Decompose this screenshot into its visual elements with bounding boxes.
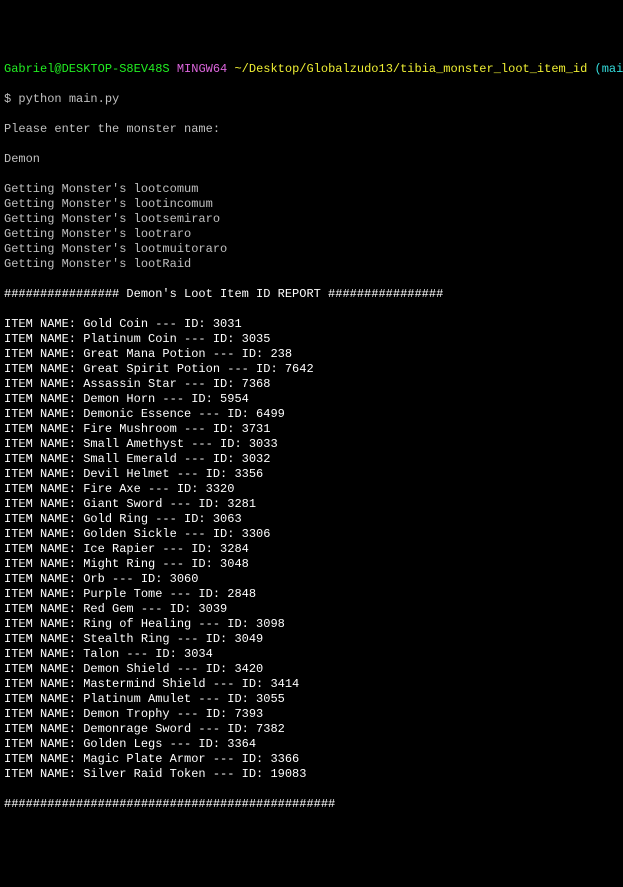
cwd-path: ~/Desktop/Globalzudo13/tibia_monster_loo… xyxy=(234,62,587,76)
loot-item-line: ITEM NAME: Small Amethyst --- ID: 3033 xyxy=(4,437,619,452)
loot-item-line: ITEM NAME: Golden Legs --- ID: 3364 xyxy=(4,737,619,752)
loot-item-line: ITEM NAME: Orb --- ID: 3060 xyxy=(4,572,619,587)
loading-line: Getting Monster's lootRaid xyxy=(4,257,619,272)
loading-lines: Getting Monster's lootcomumGetting Monst… xyxy=(4,182,619,272)
loot-item-line: ITEM NAME: Ring of Healing --- ID: 3098 xyxy=(4,617,619,632)
loot-item-line: ITEM NAME: Stealth Ring --- ID: 3049 xyxy=(4,632,619,647)
loot-item-line: ITEM NAME: Talon --- ID: 3034 xyxy=(4,647,619,662)
loot-item-line: ITEM NAME: Devil Helmet --- ID: 3356 xyxy=(4,467,619,482)
loot-item-line: ITEM NAME: Demonrage Sword --- ID: 7382 xyxy=(4,722,619,737)
loading-line: Getting Monster's lootmuitoraro xyxy=(4,242,619,257)
loot-item-line: ITEM NAME: Demon Trophy --- ID: 7393 xyxy=(4,707,619,722)
loot-item-line: ITEM NAME: Assassin Star --- ID: 7368 xyxy=(4,377,619,392)
loot-item-line: ITEM NAME: Golden Sickle --- ID: 3306 xyxy=(4,527,619,542)
loot-item-line: ITEM NAME: Small Emerald --- ID: 3032 xyxy=(4,452,619,467)
loot-item-line: ITEM NAME: Demonic Essence --- ID: 6499 xyxy=(4,407,619,422)
report-footer: ########################################… xyxy=(4,797,619,812)
loot-item-line: ITEM NAME: Magic Plate Armor --- ID: 336… xyxy=(4,752,619,767)
command-prefix: $ xyxy=(4,92,18,106)
loot-item-line: ITEM NAME: Platinum Amulet --- ID: 3055 xyxy=(4,692,619,707)
loot-item-line: ITEM NAME: Gold Ring --- ID: 3063 xyxy=(4,512,619,527)
loot-item-line: ITEM NAME: Fire Mushroom --- ID: 3731 xyxy=(4,422,619,437)
loading-line: Getting Monster's lootraro xyxy=(4,227,619,242)
loot-item-line: ITEM NAME: Great Spirit Potion --- ID: 7… xyxy=(4,362,619,377)
loot-item-line: ITEM NAME: Gold Coin --- ID: 3031 xyxy=(4,317,619,332)
loot-item-line: ITEM NAME: Might Ring --- ID: 3048 xyxy=(4,557,619,572)
loading-line: Getting Monster's lootcomum xyxy=(4,182,619,197)
loot-item-line: ITEM NAME: Demon Horn --- ID: 5954 xyxy=(4,392,619,407)
loot-item-line: ITEM NAME: Ice Rapier --- ID: 3284 xyxy=(4,542,619,557)
loot-item-line: ITEM NAME: Giant Sword --- ID: 3281 xyxy=(4,497,619,512)
loot-item-line: ITEM NAME: Great Mana Potion --- ID: 238 xyxy=(4,347,619,362)
prompt-line: Gabriel@DESKTOP-S8EV48S MINGW64 ~/Deskto… xyxy=(4,62,619,77)
script-prompt: Please enter the monster name: xyxy=(4,122,619,137)
loot-item-line: ITEM NAME: Red Gem --- ID: 3039 xyxy=(4,602,619,617)
report-header: ################ Demon's Loot Item ID RE… xyxy=(4,287,619,302)
command-text: python main.py xyxy=(18,92,119,106)
git-branch: (main) xyxy=(595,62,623,76)
shell-name: MINGW64 xyxy=(177,62,227,76)
user-host: Gabriel@DESKTOP-S8EV48S xyxy=(4,62,170,76)
loot-item-lines: ITEM NAME: Gold Coin --- ID: 3031ITEM NA… xyxy=(4,317,619,782)
loot-item-line: ITEM NAME: Demon Shield --- ID: 3420 xyxy=(4,662,619,677)
loot-item-line: ITEM NAME: Mastermind Shield --- ID: 341… xyxy=(4,677,619,692)
command-line[interactable]: $ python main.py xyxy=(4,92,619,107)
loot-item-line: ITEM NAME: Silver Raid Token --- ID: 190… xyxy=(4,767,619,782)
loot-item-line: ITEM NAME: Platinum Coin --- ID: 3035 xyxy=(4,332,619,347)
user-input: Demon xyxy=(4,152,619,167)
loading-line: Getting Monster's lootsemiraro xyxy=(4,212,619,227)
loot-item-line: ITEM NAME: Fire Axe --- ID: 3320 xyxy=(4,482,619,497)
loading-line: Getting Monster's lootincomum xyxy=(4,197,619,212)
loot-item-line: ITEM NAME: Purple Tome --- ID: 2848 xyxy=(4,587,619,602)
